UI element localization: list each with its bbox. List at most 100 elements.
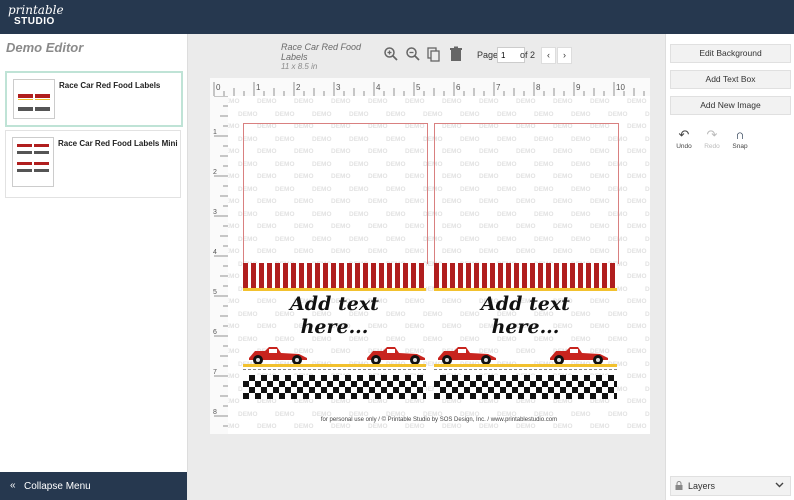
- watermark-text: DEMO: [627, 123, 647, 130]
- watermark-text: DEMO: [497, 110, 517, 118]
- prev-page-button[interactable]: ‹: [541, 47, 556, 64]
- watermark-text: DEMO: [645, 210, 650, 218]
- ruler-tick-label: 10: [616, 83, 625, 92]
- watermark-text: DEMO: [228, 348, 240, 355]
- label-yellow-line: [243, 288, 426, 291]
- project-item-race-car-labels[interactable]: Race Car Red Food Labels: [5, 71, 183, 127]
- watermark-text: DEMO: [645, 260, 650, 268]
- watermark-text: DEMO: [553, 423, 573, 430]
- label-blank-area: [434, 123, 619, 264]
- watermark-text: DEMO: [331, 98, 351, 105]
- chevron-down-icon: [775, 480, 784, 491]
- watermark-text: DEMO: [627, 173, 647, 180]
- watermark-text: DEMO: [238, 110, 258, 118]
- watermark-text: DEMO: [228, 173, 240, 180]
- label-red-stripes: [434, 263, 617, 289]
- magnet-icon: ∩: [735, 127, 745, 142]
- ruler-tick-label: 6: [213, 329, 217, 336]
- watermark-text: DEMO: [645, 385, 650, 393]
- layers-dropdown[interactable]: Layers: [670, 476, 791, 496]
- editor-title: Demo Editor: [6, 40, 84, 55]
- watermark-text: DEMO: [294, 398, 314, 405]
- ruler-tick-label: 8: [213, 409, 217, 416]
- double-chevron-left-icon: «: [10, 480, 16, 491]
- watermark-text: DEMO: [516, 398, 536, 405]
- watermark-text: DEMO: [349, 110, 369, 118]
- watermark-text: DEMO: [627, 348, 647, 355]
- label-text-box[interactable]: Add text here...: [243, 293, 426, 339]
- watermark-text: DEMO: [312, 410, 332, 418]
- watermark-text: DEMO: [423, 110, 443, 118]
- document-size: 11 x 8.5 in: [281, 62, 318, 71]
- next-page-button[interactable]: ›: [557, 47, 572, 64]
- undo-icon: ↶: [678, 127, 690, 142]
- watermark-text: DEMO: [228, 373, 240, 380]
- project-item-race-car-labels-mini[interactable]: Race Car Red Food Labels Mini: [5, 130, 181, 198]
- ruler-tick-label: 1: [256, 83, 261, 92]
- label-blank-area: [243, 123, 428, 264]
- watermark-text: DEMO: [228, 423, 240, 430]
- redo-icon: ↷: [706, 127, 718, 142]
- watermark-text: DEMO: [627, 398, 647, 405]
- project-thumbnail: [13, 79, 55, 119]
- ruler-tick-label: 0: [216, 83, 221, 92]
- watermark-text: DEMO: [627, 248, 647, 255]
- watermark-text: DEMO: [627, 273, 647, 280]
- printable-studio-logo[interactable]: printable STUDIO: [8, 4, 64, 28]
- watermark-text: DEMO: [228, 123, 240, 130]
- watermark-text: DEMO: [294, 423, 314, 430]
- watermark-text: DEMO: [627, 323, 647, 330]
- food-label-left[interactable]: Add text here...: [243, 123, 428, 399]
- add-new-image-button[interactable]: Add New Image: [670, 96, 791, 115]
- watermark-text: DEMO: [228, 198, 240, 205]
- watermark-text: DEMO: [645, 235, 650, 243]
- watermark-text: DEMO: [627, 223, 647, 230]
- watermark-text: DEMO: [228, 273, 240, 280]
- watermark-text: DEMO: [645, 360, 650, 368]
- watermark-text: DEMO: [645, 285, 650, 293]
- snap-button[interactable]: ∩ Snap: [730, 128, 750, 150]
- watermark-text: DEMO: [442, 398, 462, 405]
- label-checkered-band: [243, 375, 426, 399]
- watermark-text: DEMO: [228, 223, 240, 230]
- redo-button[interactable]: ↷ Redo: [702, 128, 722, 150]
- zoom-in-icon[interactable]: [383, 46, 399, 65]
- label-yellow-line: [434, 364, 617, 367]
- watermark-text: DEMO: [645, 335, 650, 343]
- watermark-text: DEMO: [405, 423, 425, 430]
- watermark-text: DEMO: [627, 198, 647, 205]
- label-yellow-line: [434, 288, 617, 291]
- watermark-text: DEMO: [516, 423, 536, 430]
- watermark-text: DEMO: [228, 298, 240, 305]
- page-count-label: of 2: [520, 50, 536, 60]
- collapse-menu-label: Collapse Menu: [24, 481, 91, 492]
- undo-button[interactable]: ↶ Undo: [674, 128, 694, 150]
- watermark-text: DEMO: [368, 398, 388, 405]
- label-text-box[interactable]: Add text here...: [434, 293, 617, 339]
- watermark-text: DEMO: [423, 410, 443, 418]
- watermark-text: DEMO: [645, 185, 650, 193]
- collapse-menu-button[interactable]: « Collapse Menu: [0, 472, 187, 500]
- ruler-tick-label: 4: [213, 249, 217, 256]
- watermark-text: DEMO: [349, 410, 369, 418]
- watermark-text: DEMO: [571, 110, 591, 118]
- watermark-text: DEMO: [386, 410, 406, 418]
- watermark-text: DEMO: [228, 148, 240, 155]
- label-checkered-band: [434, 375, 617, 399]
- watermark-text: DEMO: [257, 423, 277, 430]
- trash-icon[interactable]: [448, 46, 464, 65]
- duplicate-icon[interactable]: [426, 46, 442, 65]
- vertical-ruler: 1 2 3 4 5 6 7 8: [210, 95, 229, 437]
- zoom-out-icon[interactable]: [405, 46, 421, 65]
- ruler-tick-label: 2: [296, 83, 301, 92]
- watermark-text: DEMO: [275, 110, 295, 118]
- add-text-box-button[interactable]: Add Text Box: [670, 70, 791, 89]
- watermark-text: DEMO: [386, 110, 406, 118]
- watermark-text: DEMO: [228, 98, 240, 105]
- food-label-right[interactable]: Add text here...: [434, 123, 619, 399]
- edit-background-button[interactable]: Edit Background: [670, 44, 791, 63]
- watermark-text: DEMO: [331, 398, 351, 405]
- label-red-stripes: [243, 263, 426, 289]
- label-text-line1: Add text: [290, 293, 379, 315]
- document-name: Race Car Red Food Labels: [281, 42, 362, 62]
